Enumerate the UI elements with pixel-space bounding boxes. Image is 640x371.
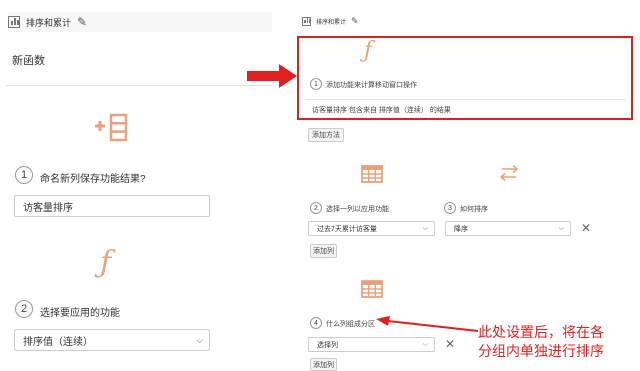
chevron-down-icon: ⌵	[196, 334, 203, 345]
right-panel-header: 排序和累计 ✎	[302, 12, 434, 30]
step-3-label: 如何排序	[460, 206, 488, 213]
left-divider	[6, 85, 272, 86]
left-panel-header: 排序和累计 ✎	[8, 12, 272, 32]
callout-line-1: 此处设置后，将在各	[478, 324, 604, 340]
partition-column-select-value: 选择列	[317, 341, 338, 349]
pencil-icon[interactable]: ✎	[77, 15, 87, 29]
add-column-button-2[interactable]: 添加列	[310, 358, 337, 371]
step-4-label: 什么列组成分区	[326, 321, 375, 328]
add-function-button[interactable]: 添加方法	[308, 128, 344, 142]
step-1-label: 命名新列保存功能结果?	[40, 174, 146, 185]
chevron-down-icon: ⌵	[422, 224, 428, 232]
apply-column-select[interactable]: 过去7天累计访客量 ⌵	[308, 221, 435, 236]
step-2-label: 选择要应用的功能	[40, 308, 120, 319]
annotation-arrow-icon	[372, 314, 480, 339]
function-select-value: 排序值（连续）	[23, 336, 93, 348]
add-column-icon	[93, 113, 135, 143]
step-4-number: 4	[310, 317, 322, 329]
step-2-label: 选择一列以应用功能	[326, 206, 389, 213]
step-2-number: 2	[15, 300, 33, 318]
close-icon[interactable]: ✕	[581, 221, 591, 235]
function-select[interactable]: 排序值（连续） ⌵	[14, 329, 210, 351]
right-divider	[305, 99, 625, 100]
function-icon: ƒ	[364, 38, 373, 63]
function-icon: ƒ	[100, 245, 112, 280]
function-step-number: 1	[310, 78, 322, 90]
new-column-name-input[interactable]: 访客量排序	[14, 195, 210, 217]
add-column-button[interactable]: 添加列	[310, 244, 337, 258]
function-step-label: 添加功能来计算移动窗口操作	[326, 82, 417, 89]
pencil-icon[interactable]: ✎	[351, 16, 359, 27]
callout-line-2: 分组内单独进行排序	[478, 343, 604, 359]
chevron-down-icon: ⌵	[558, 224, 564, 232]
chevron-down-icon: ⌵	[422, 340, 428, 348]
table-icon	[361, 163, 383, 188]
bar-chart-icon	[302, 16, 311, 26]
sort-order-select[interactable]: 降序 ⌵	[445, 221, 571, 236]
red-arrow-icon	[247, 64, 297, 93]
step-3-number: 3	[444, 202, 456, 214]
sort-order-select-value: 降序	[454, 225, 468, 233]
right-header-title: 排序和累计	[316, 19, 347, 26]
annotation-callout: 此处设置后，将在各 分组内单独进行排序	[478, 323, 604, 361]
left-header-title: 排序和累计	[26, 17, 72, 28]
section-title: 新函数	[12, 55, 45, 67]
close-icon[interactable]: ✕	[445, 337, 455, 351]
result-summary: 访客量排序 包含来自 排序值（连续） 的结果	[312, 107, 451, 114]
swap-arrows-icon	[498, 164, 520, 187]
partition-column-select[interactable]: 选择列 ⌵	[308, 337, 435, 352]
bar-chart-icon	[8, 16, 20, 28]
apply-column-select-value: 过去7天累计访客量	[317, 225, 377, 233]
left-panel: 排序和累计 ✎ 新函数 1 命名新列保存功能结果? 访客量排序 ƒ 2 选择要应…	[0, 0, 272, 371]
table-icon	[361, 278, 383, 303]
step-1-number: 1	[15, 166, 33, 184]
step-2-number: 2	[310, 202, 322, 214]
